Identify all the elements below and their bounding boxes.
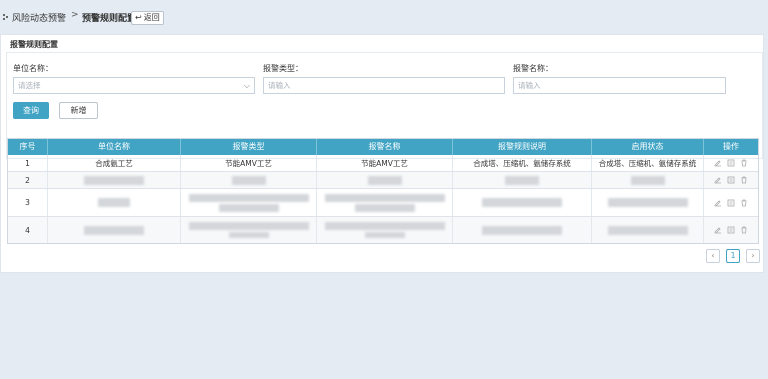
row-status — [592, 189, 704, 216]
pagination-prev[interactable]: ‹ — [706, 249, 720, 263]
unit-select-placeholder: 请选择 — [18, 81, 41, 90]
type-input[interactable]: 请输入 — [263, 77, 505, 94]
col-name: 报警名称 — [317, 139, 453, 155]
row-index: 3 — [8, 189, 48, 216]
edit-icon[interactable] — [714, 159, 722, 167]
row-name — [317, 217, 453, 243]
table-row: 4 — [8, 217, 758, 243]
pagination-current[interactable]: 1 — [726, 249, 740, 263]
pagination-next[interactable]: › — [746, 249, 760, 263]
row-index: 2 — [8, 172, 48, 188]
row-desc — [453, 172, 592, 188]
delete-icon[interactable] — [740, 176, 748, 184]
row-type — [181, 217, 317, 243]
col-type: 报警类型 — [181, 139, 317, 155]
back-button[interactable]: ↩ 返回 — [131, 11, 164, 25]
type-label: 报警类型： — [263, 64, 303, 73]
row-name — [317, 189, 453, 216]
table-row: 3 — [8, 189, 758, 217]
unit-select[interactable]: 请选择 ⌵ — [13, 77, 255, 94]
row-index: 4 — [8, 217, 48, 243]
edit-icon[interactable] — [714, 199, 722, 207]
row-actions — [704, 189, 758, 216]
name-input-placeholder: 请输入 — [518, 81, 541, 90]
name-label: 报警名称： — [513, 64, 553, 73]
row-unit — [48, 172, 181, 188]
row-status — [592, 217, 704, 243]
table-header: 序号 单位名称 报警类型 报警名称 报警规则说明 启用状态 操作 — [8, 139, 758, 155]
menu-dots-icon[interactable] — [3, 14, 8, 22]
chevron-down-icon: ⌵ — [243, 81, 250, 90]
row-index: 1 — [8, 155, 48, 171]
table-row: 1 合成氨工艺 节能AMV工艺 节能AMV工艺 合成塔、压缩机、氨储存系统 合成… — [8, 155, 758, 172]
row-unit: 合成氨工艺 — [48, 155, 181, 171]
type-input-placeholder: 请输入 — [268, 81, 291, 90]
breadcrumb-current: 预警规则配置 — [82, 14, 137, 24]
row-type — [181, 172, 317, 188]
row-actions — [704, 172, 758, 188]
delete-icon[interactable] — [740, 159, 748, 167]
main-panel: 报警规则配置 单位名称： 请选择 ⌵ 报警类型： 请输入 报警名称： 请输入 查… — [0, 34, 764, 273]
row-status — [592, 172, 704, 188]
view-icon[interactable] — [727, 159, 735, 167]
row-status: 合成塔、压缩机、氨储存系统 — [592, 155, 704, 171]
row-name: 节能AMV工艺 — [317, 155, 453, 171]
edit-icon[interactable] — [714, 176, 722, 184]
col-unit: 单位名称 — [48, 139, 181, 155]
rules-table: 序号 单位名称 报警类型 报警名称 报警规则说明 启用状态 操作 1 合成氨工艺… — [7, 138, 759, 244]
table-row: 2 — [8, 172, 758, 189]
row-unit — [48, 217, 181, 243]
panel-title: 报警规则配置 — [10, 40, 58, 49]
top-bar: 风险动态预警 > 预警规则配置 ↩ 返回 — [0, 0, 768, 34]
row-unit — [48, 189, 181, 216]
row-actions — [704, 217, 758, 243]
row-type: 节能AMV工艺 — [181, 155, 317, 171]
view-icon[interactable] — [727, 226, 735, 234]
view-icon[interactable] — [727, 176, 735, 184]
col-desc: 报警规则说明 — [453, 139, 592, 155]
row-actions — [704, 155, 758, 171]
back-arrow-icon: ↩ — [135, 13, 142, 22]
breadcrumb-separator: > — [71, 10, 79, 20]
breadcrumb-parent[interactable]: 风险动态预警 — [12, 11, 66, 24]
back-button-label: 返回 — [143, 13, 160, 22]
row-type — [181, 189, 317, 216]
col-actions: 操作 — [723, 142, 739, 151]
name-input[interactable]: 请输入 — [513, 77, 726, 94]
delete-icon[interactable] — [740, 199, 748, 207]
row-desc — [453, 217, 592, 243]
row-name — [317, 172, 453, 188]
view-icon[interactable] — [727, 199, 735, 207]
row-desc — [453, 189, 592, 216]
col-index: 序号 — [8, 139, 48, 155]
delete-icon[interactable] — [740, 226, 748, 234]
row-desc: 合成塔、压缩机、氨储存系统 — [453, 155, 592, 171]
unit-label: 单位名称： — [13, 64, 53, 73]
query-button[interactable]: 查询 — [13, 102, 49, 119]
edit-icon[interactable] — [714, 226, 722, 234]
new-button[interactable]: 新增 — [59, 102, 98, 119]
col-status: 启用状态 — [592, 139, 704, 155]
